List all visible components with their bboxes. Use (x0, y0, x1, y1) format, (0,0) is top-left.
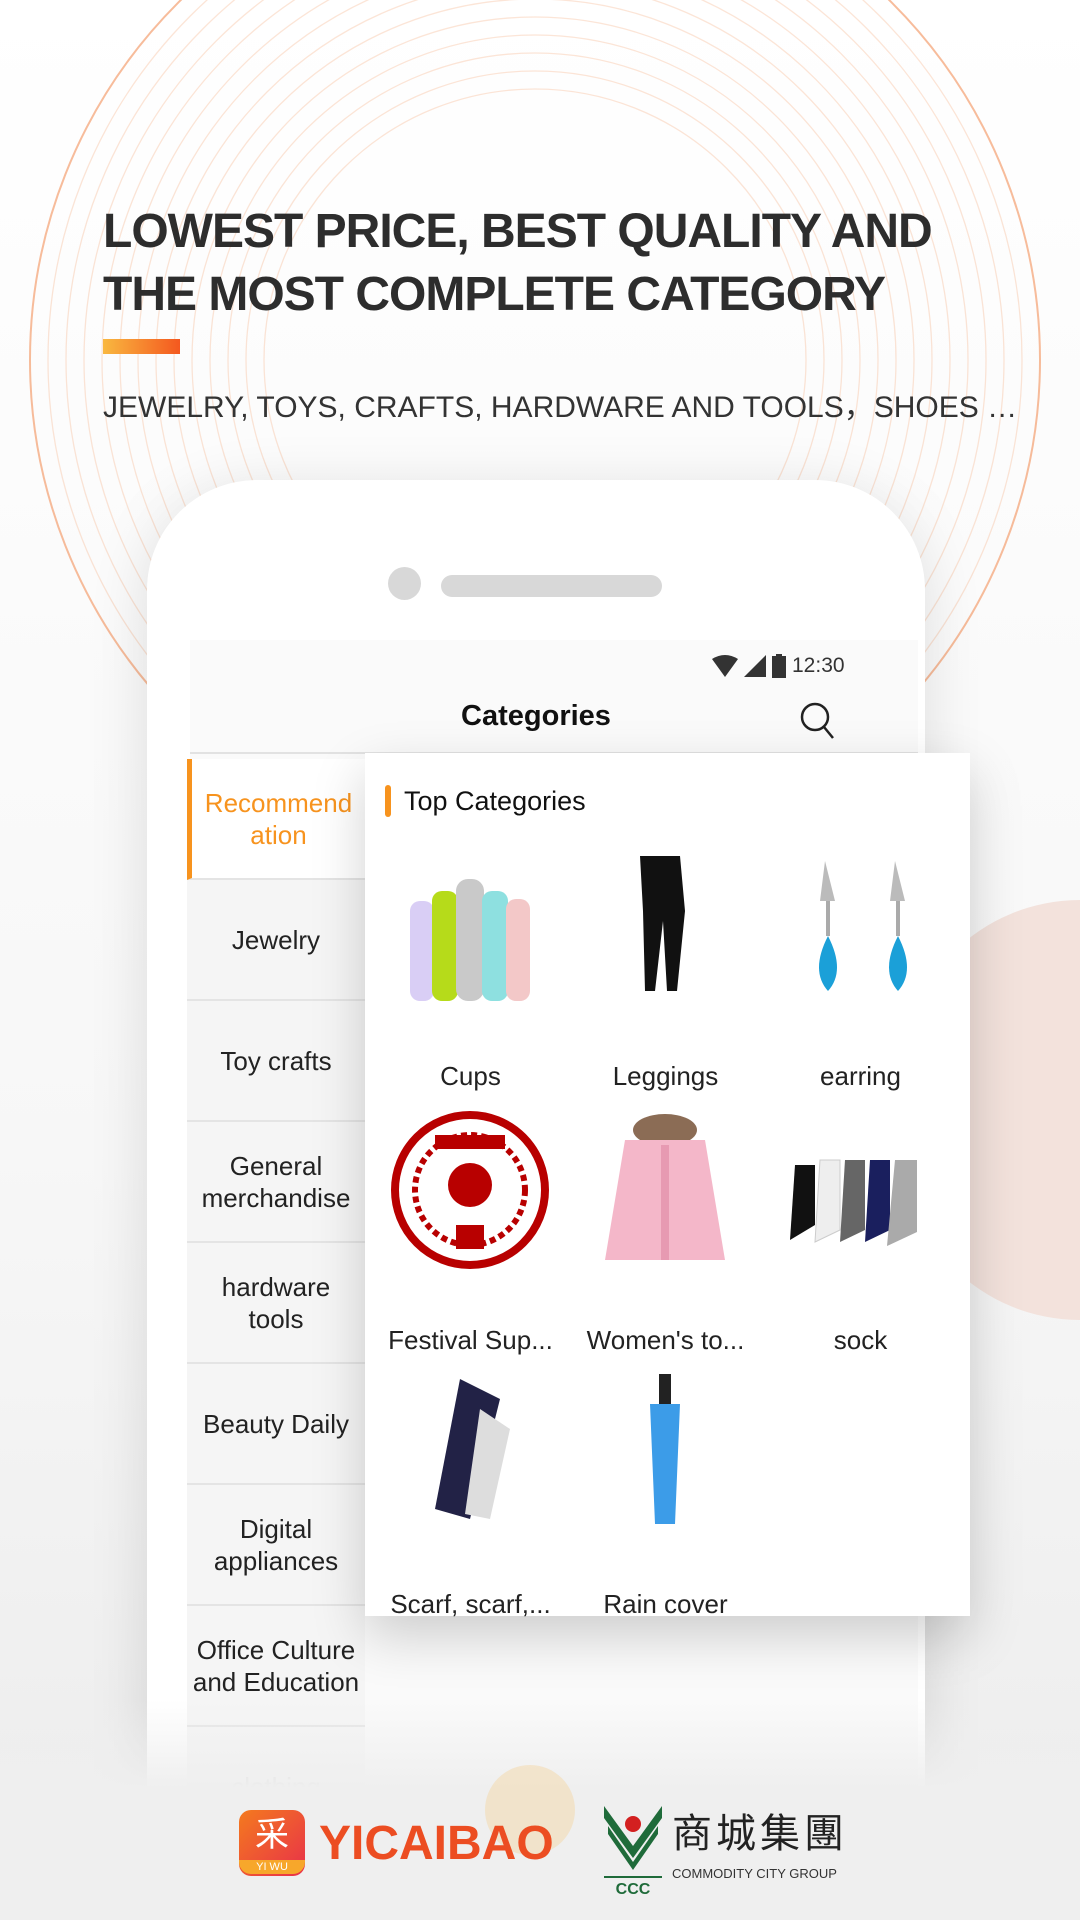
scarf-image (435, 1379, 510, 1519)
accent-bar (103, 339, 180, 354)
logo2-english-text: COMMODITY CITY GROUP (672, 1866, 837, 1881)
page-title: Categories (461, 700, 611, 732)
yicaibao-logo: 采 YI WU YICAIBAO (239, 1810, 554, 1876)
sidebar-item-label: Toy crafts (220, 1045, 332, 1076)
commodity-city-group-logo: CCC 商城集團 COMMODITY CITY GROUP (604, 1806, 848, 1896)
category-label: Women's to... (586, 1325, 745, 1355)
sidebar-item-label: hardware tools (221, 1271, 331, 1334)
sock-image (790, 1159, 917, 1246)
svg-text:CCC: CCC (616, 1881, 651, 1896)
section-heading-text: Top Categories (404, 785, 586, 816)
category-label: sock (833, 1325, 888, 1355)
category-label: Cups (440, 1061, 501, 1091)
heading-accent (385, 785, 391, 817)
sidebar-item-label: Recommendation (204, 787, 353, 850)
sidebar-item-label: Office Culture and Education (192, 1634, 360, 1697)
status-bar: 12:30 (712, 652, 845, 680)
category-tile[interactable]: Cups (373, 841, 568, 1101)
category-label: Festival Sup... (388, 1325, 553, 1355)
headline-line-1: LOWEST PRICE, BEST QUALITY AND (103, 205, 933, 258)
wifi-icon (712, 655, 738, 677)
logo2-chinese-text: 商城集團 (672, 1811, 848, 1857)
leggings-image (640, 856, 685, 991)
sidebar-item[interactable]: Beauty Daily (187, 1364, 365, 1485)
battery-icon (772, 654, 786, 678)
search-icon[interactable] (798, 700, 838, 740)
earring-image (819, 861, 907, 991)
sidebar-item[interactable]: General merchandise (187, 1122, 365, 1243)
sidebar-item-label: General merchandise (201, 1150, 351, 1213)
signal-icon (744, 655, 766, 677)
category-tile[interactable]: Rain cover (568, 1369, 763, 1629)
sidebar-item[interactable]: Digital appliances (187, 1485, 365, 1606)
yicaibao-wordmark: YICAIBAO (319, 1816, 554, 1870)
category-label: Rain cover (603, 1589, 728, 1619)
phone-speaker (441, 575, 662, 597)
subtitle: JEWELRY, TOYS, CRAFTS, HARDWARE AND TOOL… (103, 391, 1018, 424)
category-tile[interactable]: Leggings (568, 841, 763, 1101)
sidebar-item[interactable]: Recommendation (187, 759, 365, 880)
sidebar-item-label: Digital appliances (213, 1513, 339, 1576)
section-heading: Top Categories (385, 785, 586, 817)
category-label: earring (820, 1061, 901, 1091)
ccc-emblem-icon: CCC (604, 1806, 662, 1896)
festival-papercut-image (391, 1111, 549, 1269)
headline-line-2: THE MOST COMPLETE CATEGORY (103, 268, 886, 321)
category-label: Leggings (612, 1061, 719, 1091)
top-categories-panel: Top Categories Cups Leggings earring Festiv… (365, 753, 970, 1619)
rain-cover-image (650, 1374, 680, 1524)
category-tile[interactable]: Scarf, scarf,... (373, 1369, 568, 1629)
sidebar-item-label: Jewelry (231, 924, 321, 955)
headline: LOWEST PRICE, BEST QUALITY AND THE MOST … (103, 200, 1053, 326)
category-tile[interactable]: sock (763, 1105, 958, 1365)
sidebar-item[interactable]: hardware tools (187, 1243, 365, 1364)
yicaibao-app-icon: 采 YI WU (239, 1810, 305, 1876)
category-sidebar: Recommendation Jewelry Toy crafts General m… (187, 759, 365, 1848)
sidebar-item[interactable]: Toy crafts (187, 1001, 365, 1122)
status-time: 12:30 (792, 654, 845, 677)
sidebar-item[interactable]: Jewelry (187, 880, 365, 1001)
phone-camera (388, 567, 421, 600)
womens-jacket-image (605, 1114, 725, 1260)
cups-image (410, 879, 530, 1001)
category-tile[interactable]: Women's to... (568, 1105, 763, 1365)
category-label: Scarf, scarf,... (390, 1589, 551, 1619)
category-tile[interactable]: Festival Sup... (373, 1105, 568, 1365)
sidebar-item-label: Beauty Daily (203, 1408, 349, 1439)
category-tile[interactable]: earring (763, 841, 958, 1101)
